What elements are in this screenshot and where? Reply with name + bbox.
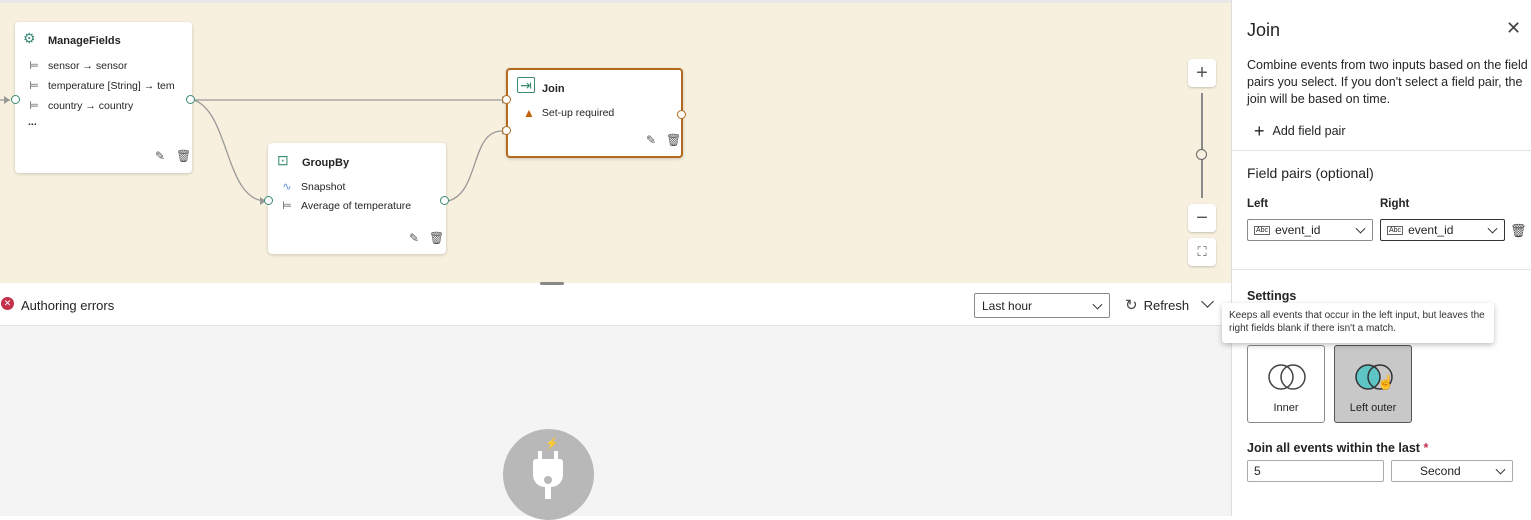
edit-icon[interactable]: ✎	[409, 231, 419, 245]
chevron-down-icon	[1487, 223, 1498, 234]
wave-icon: ∿	[282, 181, 292, 193]
input-port[interactable]	[11, 95, 20, 104]
text-type-icon: Abc	[1254, 225, 1271, 235]
zoom-in-button[interactable]: +	[1188, 59, 1216, 87]
edit-icon[interactable]: ✎	[155, 149, 165, 163]
right-label: Right	[1380, 198, 1410, 210]
errors-label: Authoring errors	[21, 298, 115, 313]
divider	[1232, 269, 1531, 270]
join-type-inner[interactable]: Inner	[1247, 345, 1325, 423]
delete-icon[interactable]: 🗑	[429, 231, 444, 245]
output-port[interactable]	[186, 95, 195, 104]
output-port[interactable]	[677, 110, 686, 119]
input-port-right[interactable]	[502, 126, 511, 135]
refresh-icon: ↻	[1125, 297, 1138, 314]
more-fields: ...	[28, 116, 37, 128]
delete-icon[interactable]: 🗑	[666, 133, 681, 147]
delete-icon[interactable]: 🗑	[176, 149, 191, 163]
edit-icon[interactable]: ✎	[646, 133, 656, 147]
pipeline-canvas[interactable]: ⚙ ManageFields ⊨ sensor → sensor ⊨ tempera…	[0, 0, 1231, 285]
groupby-node[interactable]: ⊡ GroupBy ∿ Snapshot ⊨ Average of temperat…	[268, 143, 446, 254]
output-port[interactable]	[440, 196, 449, 205]
managefields-node[interactable]: ⚙ ManageFields ⊨ sensor → sensor ⊨ tempera…	[15, 22, 192, 173]
field-pairs-title: Field pairs (optional)	[1247, 165, 1374, 181]
refresh-button[interactable]: ↻ Refresh	[1125, 296, 1189, 314]
zoom-out-button[interactable]: −	[1188, 204, 1216, 232]
settings-title: Settings	[1247, 289, 1297, 303]
status-row: ▲ Set-up required	[523, 106, 615, 120]
field-row: ⊨ sensor → sensor	[27, 59, 127, 73]
field-row: ⊨ country → country	[27, 99, 133, 113]
left-label: Left	[1247, 198, 1269, 210]
within-value-input[interactable]: 5	[1247, 460, 1384, 482]
panel-title: Join	[1247, 20, 1281, 40]
left-outer-join-icon	[1355, 364, 1393, 390]
edge-managefields-to-groupby	[193, 99, 267, 202]
inner-join-icon	[1268, 364, 1306, 390]
node-title: Join	[542, 83, 565, 95]
divider	[1232, 150, 1531, 151]
field-icon: ⊨	[29, 100, 39, 112]
within-unit-dropdown[interactable]: Second	[1391, 460, 1513, 482]
chevron-down-icon	[1092, 299, 1103, 310]
warning-icon: ▲	[523, 106, 535, 120]
plug-illustration-icon: ⚡	[503, 429, 594, 520]
close-icon[interactable]: ✕	[1506, 18, 1521, 39]
field-icon: ⊨	[29, 80, 39, 92]
field-row: ⊨ Average of temperature	[280, 199, 411, 213]
edge-groupby-to-join	[447, 130, 503, 202]
field-row: ∿ Snapshot	[280, 180, 345, 194]
authoring-errors-bar: ✕ Authoring errors Last hour ↻ Refresh	[0, 286, 1231, 326]
delete-pair-icon[interactable]: 🗑	[1510, 223, 1527, 239]
chevron-down-icon	[1495, 464, 1506, 475]
panel-description: Combine events from two inputs based on …	[1247, 58, 1528, 106]
join-icon: ⇥	[517, 77, 535, 93]
zoom-slider-track[interactable]	[1201, 93, 1203, 198]
add-field-pair-button[interactable]: + Add field pair	[1254, 121, 1345, 141]
within-label: Join all events within the last *	[1247, 441, 1429, 455]
input-port[interactable]	[264, 196, 273, 205]
cursor-hand-icon: ☝	[1377, 374, 1395, 390]
groupby-icon: ⊡	[277, 152, 289, 168]
left-field-dropdown[interactable]: Abc event_id	[1247, 219, 1373, 241]
right-field-dropdown[interactable]: Abc event_id	[1380, 219, 1505, 241]
join-type-left-outer[interactable]: ☝ Left outer	[1334, 345, 1412, 423]
tile-label: Inner	[1273, 402, 1299, 414]
tile-label: Left outer	[1349, 402, 1397, 414]
field-row: ⊨ temperature [String] → tem	[27, 79, 174, 93]
arrow-head	[4, 96, 10, 104]
field-icon: ⊨	[29, 60, 39, 72]
field-icon: ⊨	[282, 200, 292, 212]
time-range-dropdown[interactable]: Last hour	[974, 293, 1110, 318]
input-port-left[interactable]	[502, 95, 511, 104]
chevron-down-icon	[1355, 223, 1366, 234]
gear-icon: ⚙	[23, 30, 36, 46]
node-title: GroupBy	[302, 157, 350, 169]
plus-icon: +	[1254, 121, 1265, 141]
resize-handle[interactable]	[540, 282, 564, 285]
node-title: ManageFields	[48, 35, 121, 47]
fit-view-button[interactable]: ⛶	[1188, 238, 1216, 266]
text-type-icon: Abc	[1387, 225, 1404, 235]
join-node[interactable]: ⇥ Join ▲ Set-up required ✎ 🗑	[506, 68, 683, 158]
required-mark: *	[1423, 441, 1429, 455]
collapse-chevron-icon[interactable]	[1201, 295, 1214, 308]
error-icon: ✕	[1, 297, 14, 310]
join-settings-panel: Join ✕ Combine events from two inputs ba…	[1231, 0, 1531, 516]
zoom-slider-thumb[interactable]	[1196, 149, 1207, 160]
errors-content-area: ⚡	[0, 326, 1231, 520]
join-type-tooltip: Keeps all events that occur in the left …	[1222, 303, 1494, 343]
fit-view-icon: ⛶	[1197, 244, 1207, 259]
